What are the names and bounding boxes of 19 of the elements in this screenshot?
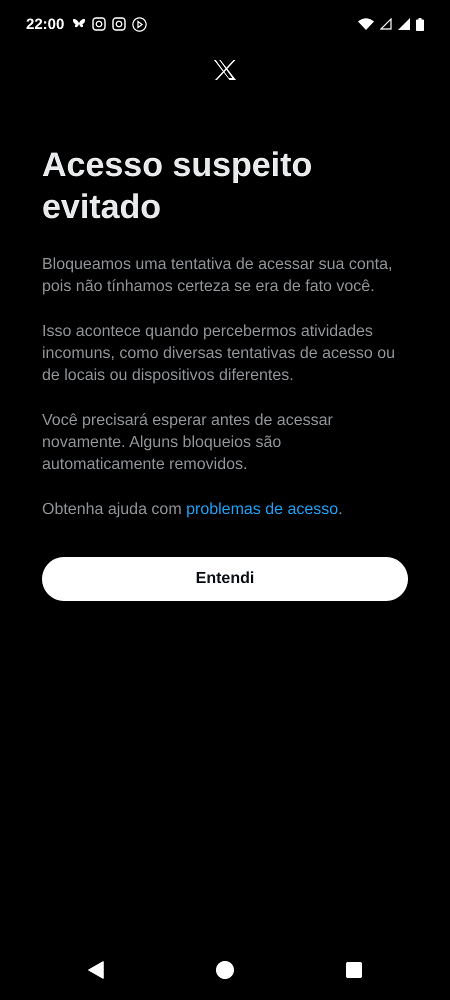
body-paragraph: Você precisará esperar antes de acessar novamente. Alguns bloqueios são automaticamente removidos.	[42, 411, 334, 475]
home-icon[interactable]	[216, 961, 234, 979]
got-it-button[interactable]: Entendi	[42, 557, 408, 601]
access-problems-link[interactable]: problemas de acesso	[186, 501, 338, 518]
butterfly-icon	[72, 18, 86, 30]
body-paragraph: Isso acontece quando percebermos atividades incomuns, como diversas tentativas de acesso ou de locais ou dispositivos diferentes.	[42, 322, 396, 386]
camera-icon	[92, 17, 106, 31]
play-icon	[132, 16, 148, 32]
battery-icon	[416, 18, 424, 30]
body-paragraph: Bloqueamos uma tentativa de acessar sua conta, pois não tínhamos certeza se era de fato você.	[42, 255, 394, 297]
help-paragraph: Obtenha ajuda com problemas de acesso.	[42, 500, 344, 520]
wifi-icon	[358, 18, 374, 30]
status-time: 22:00	[26, 16, 64, 32]
page-title: Acesso suspeito evitado	[42, 145, 314, 228]
signal-icon	[380, 18, 392, 30]
signal-icon	[398, 18, 410, 30]
camera-icon	[112, 17, 126, 31]
x-logo-icon	[214, 60, 236, 80]
back-icon[interactable]	[88, 961, 104, 979]
